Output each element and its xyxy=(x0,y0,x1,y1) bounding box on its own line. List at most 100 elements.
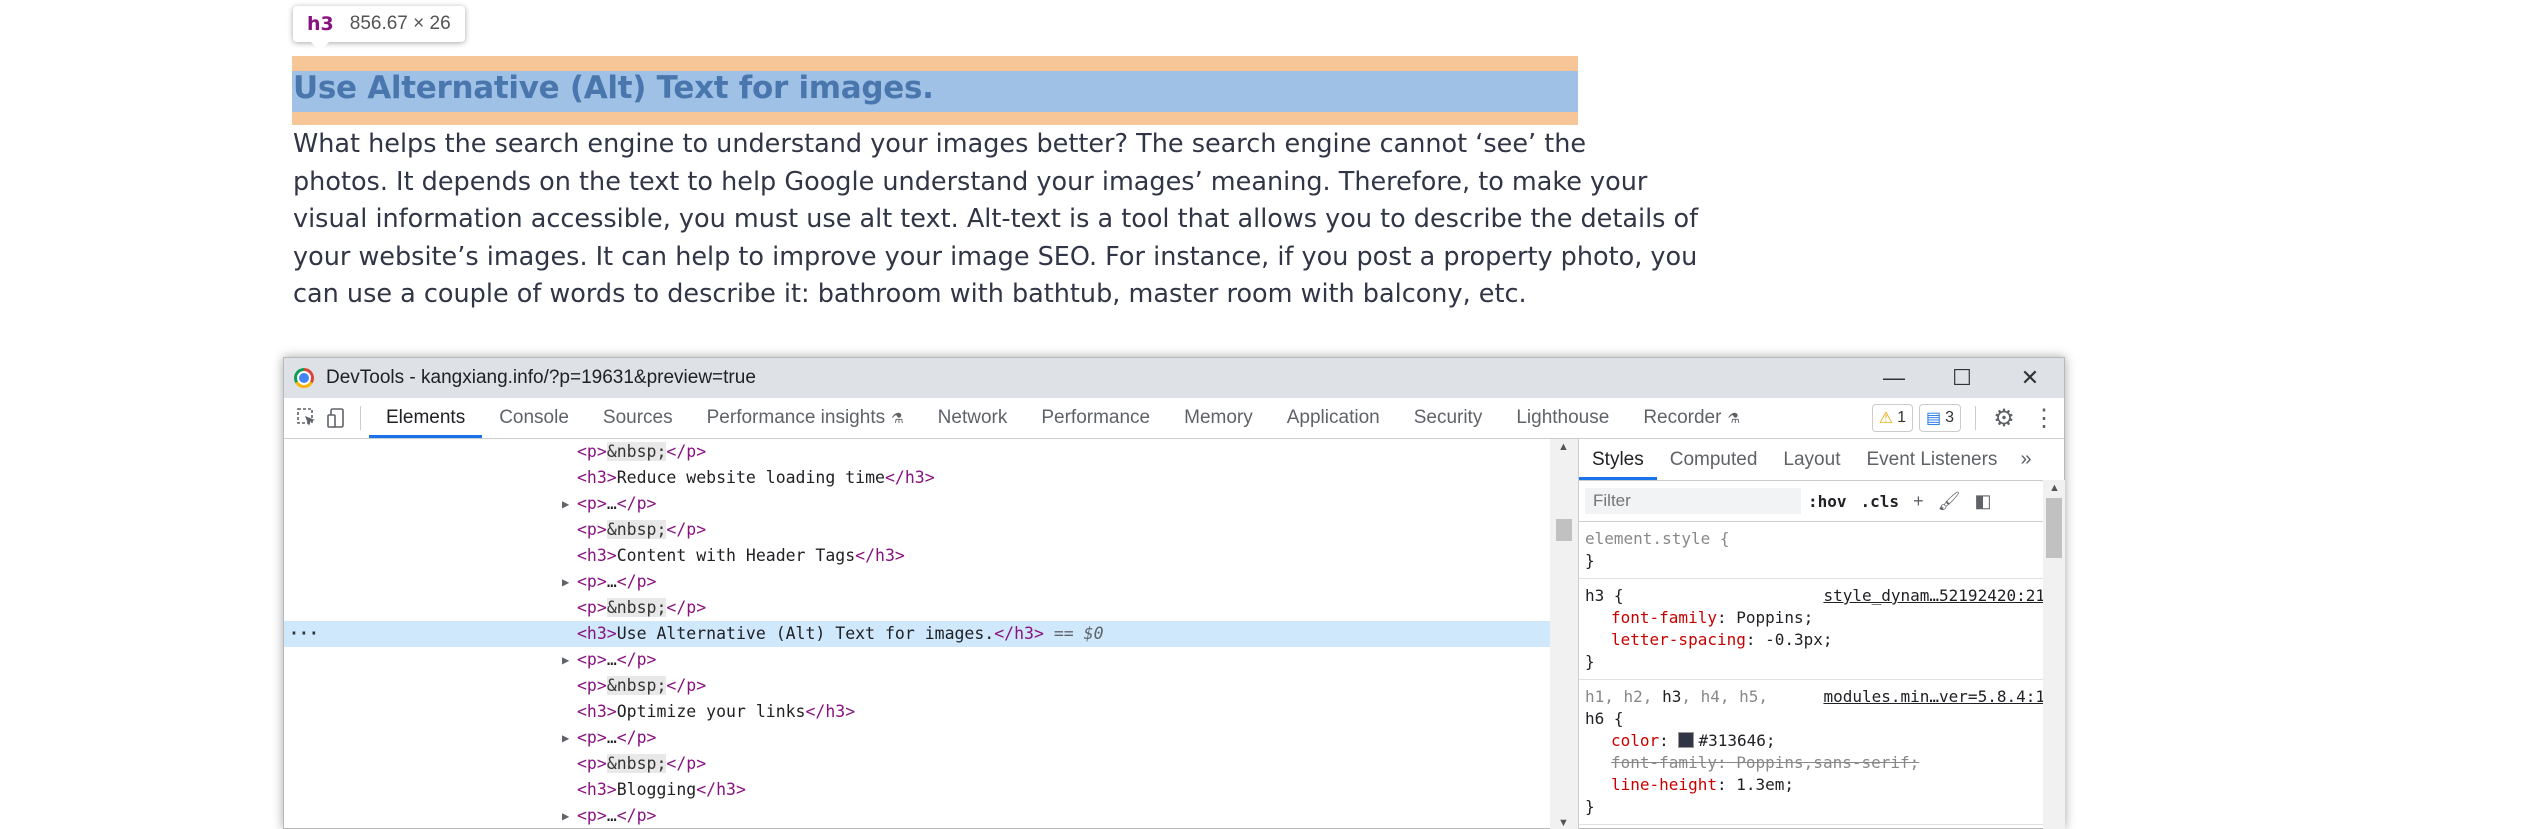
tab-sources[interactable]: Sources xyxy=(586,398,690,438)
dom-node-text: <p>&nbsp;</p> xyxy=(577,598,707,617)
scroll-down-icon[interactable]: ▼ xyxy=(1558,817,1569,829)
styles-filter-bar: :hov .cls + 🖌 ◧ xyxy=(1579,481,2065,522)
rule-close: } xyxy=(1585,551,1595,570)
tab-console[interactable]: Console xyxy=(482,398,586,438)
tooltip-tag: h3 xyxy=(307,13,334,35)
tab-application[interactable]: Application xyxy=(1270,398,1397,438)
experiment-flask-icon: ⚗ xyxy=(891,409,904,426)
tab-memory[interactable]: Memory xyxy=(1167,398,1270,438)
dom-node[interactable]: <p>&nbsp;</p> xyxy=(284,751,1550,777)
paragraph-line: can use a couple of words to describe it… xyxy=(293,279,1527,309)
scroll-up-icon[interactable]: ▲ xyxy=(1558,441,1569,453)
dom-node[interactable]: <p>&nbsp;</p> xyxy=(284,439,1550,465)
tab-elements[interactable]: Elements xyxy=(369,398,482,438)
close-button[interactable]: ✕ xyxy=(1996,358,2064,398)
paint-brush-icon[interactable]: 🖌 xyxy=(1931,491,1968,512)
dom-node-text: <p>&nbsp;</p> xyxy=(577,520,707,539)
paragraph-line: What helps the search engine to understa… xyxy=(293,129,1587,159)
dom-node-text: <p>…</p> xyxy=(577,494,657,513)
chrome-logo-icon xyxy=(294,368,314,388)
paragraph-line: visual information accessible, you must … xyxy=(293,204,1699,234)
expand-arrow-icon[interactable]: ▶ xyxy=(562,803,569,829)
dom-node[interactable]: <h3>Reduce website loading time</h3> xyxy=(284,465,1550,491)
tab-performance[interactable]: Performance xyxy=(1024,398,1167,438)
dom-node[interactable]: <p>&nbsp;</p> xyxy=(284,517,1550,543)
maximize-button[interactable]: ☐ xyxy=(1928,358,1996,398)
rule-close: } xyxy=(1585,652,1595,671)
headings-rule[interactable]: h1, h2, h3, h4, h5, modules.min…ver=5.8.… xyxy=(1579,680,2045,825)
expand-arrow-icon[interactable]: ▶ xyxy=(562,725,569,751)
devtools-tabbar: Elements Console Sources Performance ins… xyxy=(284,398,2064,439)
dom-node[interactable]: <p>&nbsp;</p> xyxy=(284,673,1550,699)
dom-node[interactable]: ▶ <p>…</p> xyxy=(284,569,1550,595)
toggle-sidebar-icon[interactable]: ◧ xyxy=(1967,491,1998,512)
tab-recorder[interactable]: Recorder ⚗ xyxy=(1626,398,1757,438)
dom-node-selected[interactable]: ··· <h3>Use Alternative (Alt) Text for im… xyxy=(284,621,1550,647)
css-property[interactable]: font-family: Poppins; xyxy=(1585,607,2039,629)
dom-node[interactable]: ▶ <p>…</p> xyxy=(284,491,1550,517)
dom-node[interactable]: <h3>Optimize your links</h3> xyxy=(284,699,1550,725)
tab-network[interactable]: Network xyxy=(921,398,1025,438)
styles-scrollbar[interactable]: ▲ xyxy=(2043,480,2065,829)
dom-node-text: <p>…</p> xyxy=(577,650,657,669)
tab-security[interactable]: Security xyxy=(1397,398,1500,438)
page-paragraph: What helps the search engine to understa… xyxy=(293,126,1699,314)
toolbar-divider xyxy=(360,406,361,430)
css-property[interactable]: color: #313646; xyxy=(1585,730,2039,752)
warnings-badge[interactable]: ⚠ 1 xyxy=(1871,404,1913,432)
tab-lighthouse[interactable]: Lighthouse xyxy=(1499,398,1626,438)
tab-styles[interactable]: Styles xyxy=(1579,439,1657,480)
experiment-flask-icon: ⚗ xyxy=(1727,409,1741,426)
minimize-button[interactable]: — xyxy=(1860,358,1928,398)
expand-arrow-icon[interactable]: ▶ xyxy=(562,569,569,595)
window-title: DevTools - kangxiang.info/?p=19631&previ… xyxy=(326,367,756,388)
elements-scrollbar[interactable]: ▲ ▼ xyxy=(1550,439,1578,829)
dom-node[interactable]: <p>&nbsp;</p> xyxy=(284,595,1550,621)
dom-node[interactable]: ▶ <p>…</p> xyxy=(284,725,1550,751)
dom-node-text: <h3>Blogging</h3> xyxy=(577,780,746,799)
tab-event-listeners[interactable]: Event Listeners xyxy=(1853,439,2010,480)
tab-layout[interactable]: Layout xyxy=(1770,439,1853,480)
styles-pane: Styles Computed Layout Event Listeners »… xyxy=(1578,439,2065,829)
css-property[interactable]: line-height: 1.3em; xyxy=(1585,774,2039,796)
element-style-rule[interactable]: element.style { } xyxy=(1579,522,2045,579)
expand-arrow-icon[interactable]: ▶ xyxy=(562,647,569,673)
dom-node[interactable]: ▶ <p>…</p> xyxy=(284,647,1550,673)
scroll-thumb[interactable] xyxy=(1556,519,1572,541)
scroll-thumb[interactable] xyxy=(2046,498,2062,558)
scroll-up-icon[interactable]: ▲ xyxy=(2049,482,2060,494)
dom-node-text: <h3>Use Alternative (Alt) Text for image… xyxy=(577,624,1104,643)
styles-filter-input[interactable] xyxy=(1585,488,1801,514)
inspect-cursor-icon xyxy=(297,408,315,426)
new-rule-icon[interactable]: + xyxy=(1906,491,1931,512)
color-swatch[interactable] xyxy=(1678,732,1695,748)
css-property[interactable]: letter-spacing: -0.3px; xyxy=(1585,629,2039,651)
device-toolbar-button[interactable] xyxy=(322,398,352,438)
dom-node[interactable]: <h3>Blogging</h3> xyxy=(284,777,1550,803)
hov-toggle[interactable]: :hov xyxy=(1801,492,1854,511)
more-tabs-icon[interactable]: » xyxy=(2010,448,2041,471)
device-icon xyxy=(327,408,344,428)
tab-performance-insights[interactable]: Performance insights ⚗ xyxy=(690,398,921,438)
rule-source-link[interactable]: style_dynam…52192420:21 xyxy=(1823,585,2045,607)
element-inspect-tooltip: h3 856.67 × 26 xyxy=(293,6,465,51)
dom-node-text: <h3>Content with Header Tags</h3> xyxy=(577,546,905,565)
more-options-icon[interactable]: ⋮ xyxy=(2024,404,2064,433)
inspect-element-button[interactable] xyxy=(292,398,322,438)
paragraph-line: photos. It depends on the text to help G… xyxy=(293,166,1648,197)
node-actions-icon[interactable]: ··· xyxy=(289,621,319,647)
elements-dom-tree[interactable]: <p>&nbsp;</p> <h3>Reduce website loading … xyxy=(284,439,1550,829)
h3-rule[interactable]: h3 { style_dynam…52192420:21 font-family… xyxy=(1579,579,2045,680)
cls-toggle[interactable]: .cls xyxy=(1854,492,1907,511)
dom-node[interactable]: ▶ <p>…</p> xyxy=(284,803,1550,829)
css-property-overridden[interactable]: font-family: Poppins,sans-serif; xyxy=(1585,752,2039,774)
gear-icon[interactable]: ⚙ xyxy=(1984,404,2024,433)
dom-node-text: <p>…</p> xyxy=(577,728,657,747)
rule-selector: element.style { xyxy=(1585,529,1730,548)
messages-badge[interactable]: ▤ 3 xyxy=(1918,404,1961,432)
expand-arrow-icon[interactable]: ▶ xyxy=(562,491,569,517)
dom-node-text: <p>&nbsp;</p> xyxy=(577,676,707,695)
rule-source-link[interactable]: modules.min…ver=5.8.4:1 xyxy=(1823,686,2045,708)
dom-node[interactable]: <h3>Content with Header Tags</h3> xyxy=(284,543,1550,569)
tab-computed[interactable]: Computed xyxy=(1657,439,1771,480)
